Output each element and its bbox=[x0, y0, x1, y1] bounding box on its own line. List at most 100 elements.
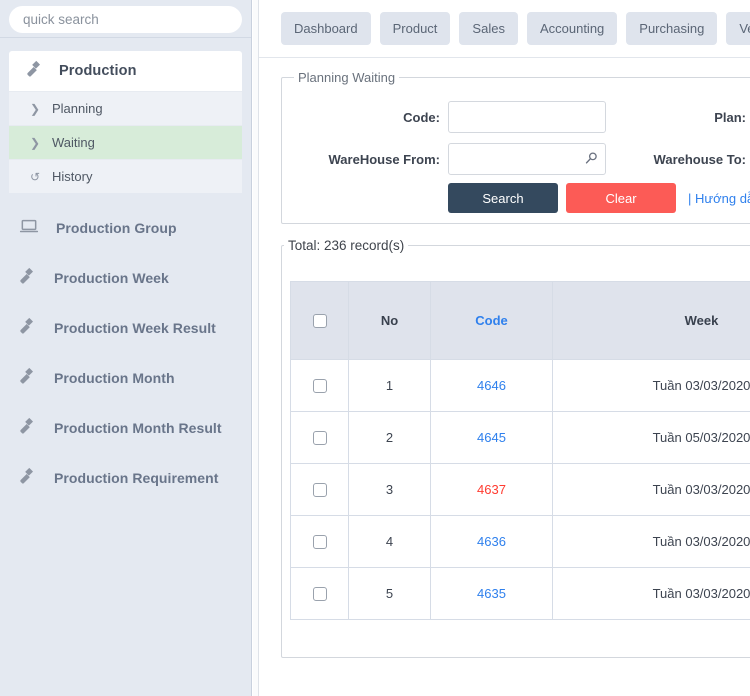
sidebar-item-history[interactable]: ↺ History bbox=[9, 159, 242, 193]
row-checkbox-cell[interactable] bbox=[290, 359, 349, 412]
checkbox-icon[interactable] bbox=[312, 587, 327, 602]
tab-product[interactable]: Product bbox=[379, 12, 451, 45]
search-button[interactable]: Search bbox=[448, 183, 558, 213]
checkbox-icon[interactable] bbox=[312, 535, 327, 550]
table-row[interactable]: 4 4636 Tuần 03/03/2020 bbox=[290, 515, 750, 568]
table-header-row: No Code Week bbox=[290, 281, 750, 360]
row-checkbox-cell[interactable] bbox=[290, 463, 349, 516]
hammer-icon bbox=[18, 466, 38, 491]
sidebar-item-production-week-label: Production Week bbox=[54, 270, 169, 286]
total-records-label: Total: 236 record(s) bbox=[288, 238, 405, 253]
row-code[interactable]: 4635 bbox=[430, 567, 553, 620]
results-table-head: No Code Week bbox=[290, 281, 750, 360]
results-table-body: 1 4646 Tuần 03/03/2020 2 4645 Tuần 05/03… bbox=[290, 359, 750, 620]
main-content: Dashboard Product Sales Accounting Purch… bbox=[253, 0, 750, 696]
row-no: 3 bbox=[348, 463, 431, 516]
form-row-code: Code: Plan: bbox=[292, 101, 750, 133]
warehouse-to-label: Warehouse To: bbox=[653, 151, 746, 167]
hammer-icon bbox=[18, 316, 38, 341]
code-input[interactable] bbox=[448, 101, 606, 133]
hammer-icon bbox=[18, 416, 38, 441]
column-week: Week bbox=[552, 281, 750, 360]
hammer-icon bbox=[18, 366, 38, 391]
row-code[interactable]: 4637 bbox=[430, 463, 553, 516]
guide-link[interactable]: | Hướng dẫn sử dụ bbox=[688, 191, 750, 206]
hammer-icon bbox=[18, 266, 38, 291]
clear-button[interactable]: Clear bbox=[566, 183, 676, 213]
checkbox-icon[interactable] bbox=[312, 483, 327, 498]
warehouse-from-input[interactable] bbox=[448, 143, 606, 175]
checkbox-icon[interactable] bbox=[312, 431, 327, 446]
hammer-icon bbox=[25, 59, 45, 84]
warehouse-from-label: WareHouse From: bbox=[328, 151, 440, 167]
sidebar-item-production-requirement-label: Production Requirement bbox=[54, 470, 219, 486]
table-row[interactable]: 5 4635 Tuần 03/03/2020 bbox=[290, 567, 750, 620]
sidebar-item-production-group[interactable]: Production Group bbox=[0, 203, 251, 253]
sidebar-item-production-month-label: Production Month bbox=[54, 370, 175, 386]
row-code[interactable]: 4645 bbox=[430, 411, 553, 464]
checkbox-icon[interactable] bbox=[312, 314, 327, 329]
guide-separator: | bbox=[688, 190, 692, 206]
sidebar-item-planning-label: Planning bbox=[52, 101, 103, 116]
row-no: 1 bbox=[348, 359, 431, 412]
chevron-right-icon: ❯ bbox=[30, 135, 41, 150]
quick-search-input[interactable] bbox=[9, 6, 242, 33]
production-section-label: Production bbox=[59, 63, 137, 79]
row-code[interactable]: 4636 bbox=[430, 515, 553, 568]
sidebar-item-waiting[interactable]: ❯ Waiting bbox=[9, 125, 242, 159]
sidebar-item-production-week-result[interactable]: Production Week Result bbox=[0, 303, 251, 353]
tab-dashboard[interactable]: Dashboard bbox=[281, 12, 371, 45]
row-week: Tuần 03/03/2020 bbox=[552, 359, 750, 412]
plan-label: Plan: bbox=[714, 109, 746, 125]
app-root: Production ❯ Planning ❯ Waiting ↺ Histor… bbox=[0, 0, 750, 696]
row-week: Tuần 03/03/2020 bbox=[552, 463, 750, 516]
sidebar-item-production-week[interactable]: Production Week bbox=[0, 253, 251, 303]
sidebar-item-production-week-result-label: Production Week Result bbox=[54, 320, 216, 336]
code-link[interactable]: 4646 bbox=[477, 378, 506, 393]
sidebar-item-production-month-result[interactable]: Production Month Result bbox=[0, 403, 251, 453]
row-week: Tuần 05/03/2020 bbox=[552, 411, 750, 464]
search-panel-actions: Search Clear | Hướng dẫn sử dụ bbox=[292, 183, 750, 213]
results-table: No Code Week 1 4646 Tuần 03/03/2020 2 46… bbox=[290, 281, 750, 620]
history-icon: ↺ bbox=[30, 169, 41, 184]
code-label: Code: bbox=[403, 109, 440, 125]
code-link[interactable]: 4645 bbox=[477, 430, 506, 445]
row-no: 5 bbox=[348, 567, 431, 620]
sidebar-item-production-requirement[interactable]: Production Requirement bbox=[0, 453, 251, 503]
row-checkbox-cell[interactable] bbox=[290, 411, 349, 464]
checkbox-icon[interactable] bbox=[312, 379, 327, 394]
row-no: 2 bbox=[348, 411, 431, 464]
row-checkbox-cell[interactable] bbox=[290, 567, 349, 620]
guide-link-label: Hướng dẫn sử dụ bbox=[695, 190, 750, 206]
sidebar-item-production[interactable]: Production bbox=[9, 51, 242, 91]
sidebar-item-production-month[interactable]: Production Month bbox=[0, 353, 251, 403]
code-link[interactable]: 4637 bbox=[477, 482, 506, 497]
sidebar-item-waiting-label: Waiting bbox=[52, 135, 95, 150]
sidebar-nav-list: Production Group Production Week Product… bbox=[0, 203, 251, 503]
warehouse-from-wrap bbox=[440, 143, 606, 175]
production-section-card: Production ❯ Planning ❯ Waiting ↺ Histor… bbox=[9, 51, 242, 193]
code-link[interactable]: 4635 bbox=[477, 586, 506, 601]
row-code[interactable]: 4646 bbox=[430, 359, 553, 412]
tab-accounting[interactable]: Accounting bbox=[526, 12, 618, 45]
tab-sales[interactable]: Sales bbox=[459, 12, 518, 45]
tab-purchasing[interactable]: Purchasing bbox=[626, 12, 718, 45]
row-checkbox-cell[interactable] bbox=[290, 515, 349, 568]
column-no: No bbox=[348, 281, 431, 360]
table-row[interactable]: 1 4646 Tuần 03/03/2020 bbox=[290, 359, 750, 412]
row-week: Tuần 03/03/2020 bbox=[552, 567, 750, 620]
search-panel-legend: Planning Waiting bbox=[298, 70, 396, 85]
table-row[interactable]: 3 4637 Tuần 03/03/2020 bbox=[290, 463, 750, 516]
quick-search-container bbox=[0, 0, 251, 38]
sidebar-item-history-label: History bbox=[52, 169, 93, 184]
row-week: Tuần 03/03/2020 bbox=[552, 515, 750, 568]
main-panel: Dashboard Product Sales Accounting Purch… bbox=[258, 0, 750, 696]
tab-ve[interactable]: Ve bbox=[726, 12, 750, 45]
chevron-right-icon: ❯ bbox=[30, 101, 41, 116]
sidebar-item-planning[interactable]: ❯ Planning bbox=[9, 91, 242, 125]
column-select-all[interactable] bbox=[290, 281, 349, 360]
column-code[interactable]: Code bbox=[430, 281, 553, 360]
results-panel: Total: 236 record(s) No Code Week 1 4646… bbox=[281, 238, 750, 658]
table-row[interactable]: 2 4645 Tuần 05/03/2020 bbox=[290, 411, 750, 464]
code-link[interactable]: 4636 bbox=[477, 534, 506, 549]
